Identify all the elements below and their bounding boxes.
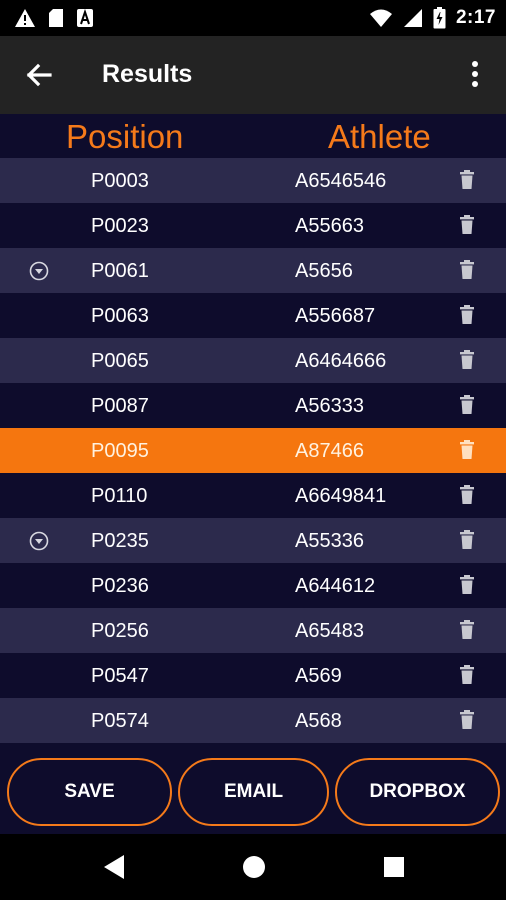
row-athlete: A569 — [295, 665, 342, 687]
delete-trash-icon[interactable] — [458, 350, 476, 370]
signal-icon — [403, 9, 422, 27]
delete-trash-icon[interactable] — [458, 665, 476, 685]
app-bar: Results — [0, 36, 506, 114]
delete-trash-icon[interactable] — [458, 440, 476, 460]
row-position: P0547 — [91, 665, 149, 687]
row-position: P0095 — [91, 440, 149, 462]
table-row[interactable]: P0547 A569 — [0, 653, 506, 698]
row-athlete: A5656 — [295, 260, 353, 282]
expand-circle-icon[interactable] — [29, 261, 49, 281]
font-a-icon — [77, 8, 93, 27]
status-bar: 2:17 — [0, 0, 506, 36]
row-athlete: A65483 — [295, 620, 364, 642]
row-position: P0061 — [91, 260, 149, 282]
table-rows: P0003 A6546546 P0023 A55663 P0061 A5656 P0063 A… — [0, 158, 506, 743]
arrow-left-icon — [26, 63, 52, 87]
delete-trash-icon[interactable] — [458, 170, 476, 190]
table-row[interactable]: P0095 A87466 — [0, 428, 506, 473]
sd-card-icon — [49, 9, 63, 27]
row-athlete: A568 — [295, 710, 342, 732]
row-athlete: A55336 — [295, 530, 364, 552]
row-position: P0574 — [91, 710, 149, 732]
row-athlete: A644612 — [295, 575, 376, 597]
row-position: P0065 — [91, 350, 149, 372]
table-row[interactable]: P0061 A5656 — [0, 248, 506, 293]
table-header: Position Athlete — [0, 114, 506, 158]
status-time: 2:17 — [455, 7, 496, 28]
nav-recents-icon[interactable] — [383, 856, 405, 878]
table-row[interactable]: P0235 A55336 — [0, 518, 506, 563]
table-row[interactable]: P0256 A65483 — [0, 608, 506, 653]
row-position: P0256 — [91, 620, 149, 642]
dropbox-button[interactable]: DROPBOX — [335, 758, 500, 826]
email-button[interactable]: EMAIL — [178, 758, 329, 826]
delete-trash-icon[interactable] — [458, 710, 476, 730]
warning-icon — [15, 9, 35, 27]
back-button[interactable] — [22, 58, 56, 92]
row-athlete: A55663 — [295, 215, 364, 237]
more-vert-icon — [472, 61, 478, 87]
wifi-icon — [369, 9, 392, 27]
overflow-menu-button[interactable] — [462, 58, 488, 92]
row-athlete: A556687 — [295, 305, 376, 327]
delete-trash-icon[interactable] — [458, 305, 476, 325]
row-position: P0236 — [91, 575, 149, 597]
nav-home-icon[interactable] — [242, 855, 266, 879]
column-header-position: Position — [66, 118, 184, 155]
table-row[interactable]: P0023 A55663 — [0, 203, 506, 248]
row-position: P0087 — [91, 395, 149, 417]
table-row[interactable]: P0110 A6649841 — [0, 473, 506, 518]
page-title: Results — [102, 60, 193, 88]
delete-trash-icon[interactable] — [458, 260, 476, 280]
table-row[interactable]: P0236 A644612 — [0, 563, 506, 608]
table-row[interactable]: P0063 A556687 — [0, 293, 506, 338]
battery-icon — [433, 7, 446, 29]
system-nav-bar — [0, 834, 506, 900]
delete-trash-icon[interactable] — [458, 395, 476, 415]
column-header-athlete: Athlete — [328, 118, 431, 155]
row-athlete: A56333 — [295, 395, 364, 417]
action-bar: SAVE EMAIL DROPBOX — [0, 744, 506, 834]
delete-trash-icon[interactable] — [458, 530, 476, 550]
save-button[interactable]: SAVE — [7, 758, 172, 826]
row-position: P0023 — [91, 215, 149, 237]
table-row[interactable]: P0065 A6464666 — [0, 338, 506, 383]
results-list: Position Athlete P0003 A6546546 P0023 A5566… — [0, 114, 506, 834]
delete-trash-icon[interactable] — [458, 575, 476, 595]
table-row[interactable]: P0003 A6546546 — [0, 158, 506, 203]
delete-trash-icon[interactable] — [458, 485, 476, 505]
nav-back-icon[interactable] — [102, 854, 126, 880]
row-position: P0110 — [91, 485, 148, 507]
row-position: P0235 — [91, 530, 149, 552]
row-position: P0003 — [91, 170, 149, 192]
row-athlete: A6464666 — [295, 350, 387, 372]
delete-trash-icon[interactable] — [458, 215, 476, 235]
row-athlete: A6546546 — [295, 170, 387, 192]
table-row[interactable]: P0087 A56333 — [0, 383, 506, 428]
row-athlete: A87466 — [295, 440, 364, 462]
expand-circle-icon[interactable] — [29, 531, 49, 551]
row-athlete: A6649841 — [295, 485, 387, 507]
row-position: P0063 — [91, 305, 149, 327]
table-row[interactable]: P0574 A568 — [0, 698, 506, 743]
delete-trash-icon[interactable] — [458, 620, 476, 640]
